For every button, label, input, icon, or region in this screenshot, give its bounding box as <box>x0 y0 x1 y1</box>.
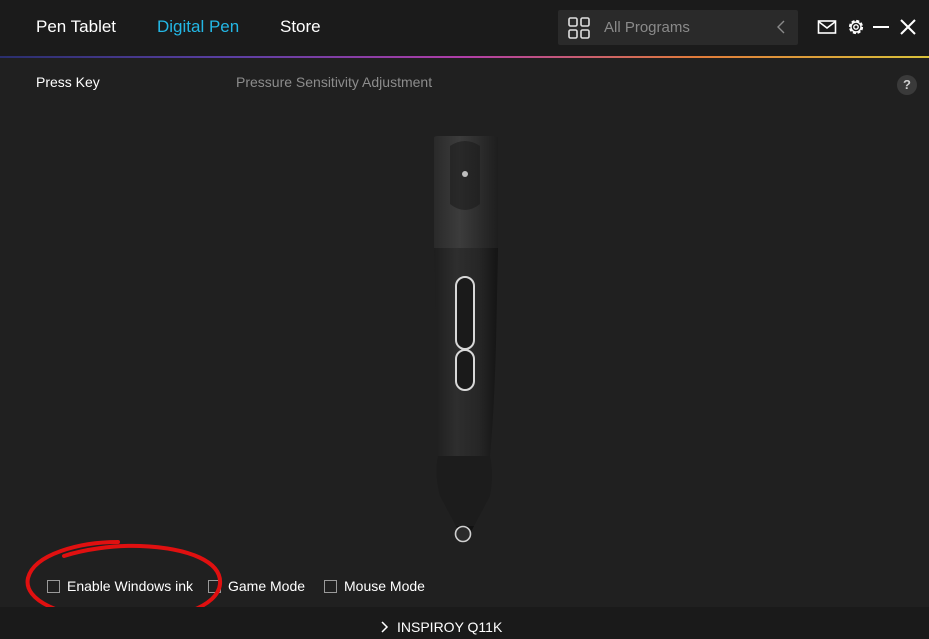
device-bar: INSPIROY Q11K <box>0 607 929 639</box>
minimize-icon[interactable] <box>871 17 891 37</box>
program-selector[interactable]: All Programs <box>558 10 798 45</box>
tab-pen-tablet[interactable]: Pen Tablet <box>36 17 116 37</box>
grid-icon <box>568 17 590 39</box>
game-mode-checkbox[interactable] <box>208 580 221 593</box>
tab-digital-pen[interactable]: Digital Pen <box>157 17 239 37</box>
enable-windows-ink-label: Enable Windows ink <box>67 578 194 594</box>
mouse-mode-checkbox[interactable] <box>324 580 337 593</box>
game-mode-label: Game Mode <box>228 578 306 594</box>
mail-icon[interactable] <box>817 17 837 37</box>
close-icon[interactable] <box>898 17 918 37</box>
gear-icon[interactable] <box>846 17 866 37</box>
program-selector-label: All Programs <box>604 19 690 36</box>
title-bar: Pen Tablet Digital Pen Store All Program… <box>0 0 929 56</box>
enable-windows-ink-checkbox[interactable] <box>47 580 60 593</box>
header-accent-line <box>0 56 929 58</box>
subtab-pressure-sensitivity[interactable]: Pressure Sensitivity Adjustment <box>236 74 432 90</box>
chevron-right-icon <box>381 621 389 633</box>
mouse-mode-label: Mouse Mode <box>344 578 425 594</box>
digital-pen-image <box>434 136 498 543</box>
tab-store[interactable]: Store <box>280 17 321 37</box>
subtab-press-key[interactable]: Press Key <box>36 74 100 90</box>
help-icon[interactable]: ? <box>897 75 917 95</box>
device-name: INSPIROY Q11K <box>397 619 503 635</box>
device-selector[interactable]: INSPIROY Q11K <box>381 619 502 635</box>
chevron-left-icon[interactable] <box>776 20 786 34</box>
